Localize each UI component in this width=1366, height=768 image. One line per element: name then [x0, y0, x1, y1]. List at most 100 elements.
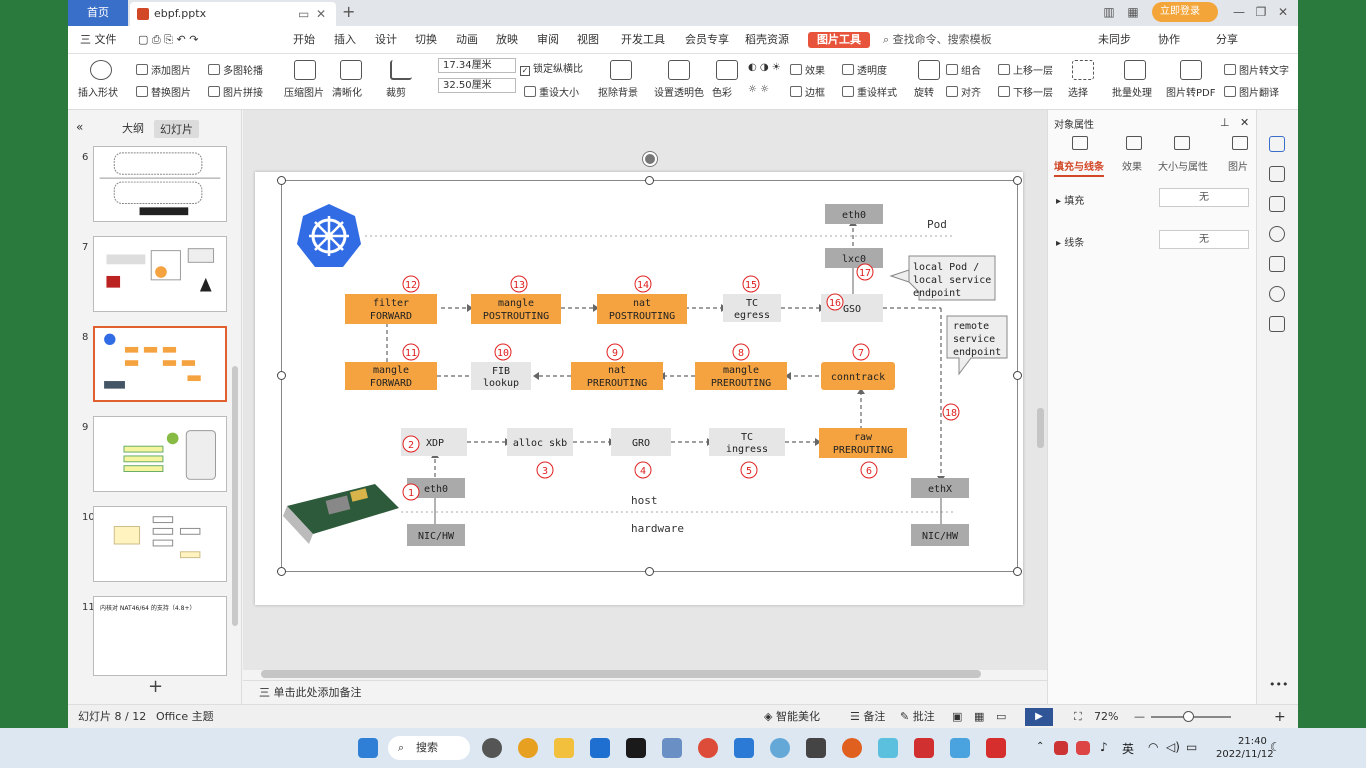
app-icon-2[interactable] — [878, 738, 898, 758]
menu-developer[interactable]: 开发工具 — [621, 26, 665, 54]
slide-thumbnail-9[interactable] — [93, 416, 227, 492]
fill-line-icon[interactable] — [1072, 136, 1088, 150]
quick-tools[interactable]: ▢ ⎙ ⎘ ↶ ↷ — [138, 26, 198, 54]
translate-button[interactable]: 图片翻译 — [1224, 84, 1279, 99]
resize-handle-nw[interactable] — [277, 176, 286, 185]
transparency-button[interactable]: 透明度 — [842, 62, 887, 77]
close-tab-icon[interactable]: ✕ — [316, 2, 326, 26]
select-label[interactable]: 选择 — [1068, 84, 1088, 99]
brightness-icons[interactable]: ☼ ☼ — [748, 84, 769, 95]
youdao-icon[interactable] — [914, 738, 934, 758]
microphone-icon[interactable]: ♪ — [1100, 740, 1108, 754]
resize-handle-ne[interactable] — [1013, 176, 1022, 185]
zoom-level[interactable]: 72% — [1094, 705, 1118, 729]
close-window-icon[interactable]: ✕ — [1272, 2, 1294, 22]
resize-handle-n[interactable] — [645, 176, 654, 185]
menu-transition[interactable]: 切换 — [415, 26, 437, 54]
vscode-icon[interactable] — [734, 738, 754, 758]
command-search[interactable]: ⌕ 查找命令、搜索模板 — [883, 26, 992, 54]
border-button[interactable]: 边框 — [790, 84, 825, 99]
collapse-pane-icon[interactable]: « — [76, 120, 83, 134]
location-icon[interactable] — [1269, 286, 1285, 302]
insert-shape-icon[interactable] — [90, 60, 112, 80]
properties-icon[interactable] — [1269, 136, 1285, 152]
compress-icon[interactable] — [294, 60, 316, 80]
document-tab[interactable]: ebpf.pptx ▭ ✕ — [130, 2, 336, 26]
monitor-icon[interactable]: ▭ — [298, 2, 309, 26]
reset-style-button[interactable]: 重设样式 — [842, 84, 897, 99]
app-icon-3[interactable] — [950, 738, 970, 758]
restore-icon[interactable]: ❐ — [1250, 2, 1272, 22]
sync-status[interactable]: 未同步 — [1098, 26, 1131, 54]
tray-app-icon-2[interactable] — [1076, 741, 1090, 755]
remove-background-icon[interactable] — [610, 60, 632, 80]
slide-thumbnail-11[interactable]: 内核对 NAT46/64 的支持（4.8+） — [93, 596, 227, 676]
slide-thumbnail-6[interactable] — [93, 146, 227, 222]
file-menu[interactable]: 三 文件 — [80, 26, 117, 54]
line-section[interactable]: ▸ 线条 — [1056, 234, 1084, 249]
thumbnail-scrollbar[interactable] — [232, 366, 238, 626]
picture-splice-button[interactable]: 图片拼接 — [208, 84, 263, 99]
picture-tab-icon[interactable] — [1232, 136, 1248, 150]
more-icon[interactable]: ••• — [1269, 678, 1288, 694]
comments-toggle[interactable]: ✎ 批注 — [900, 705, 935, 729]
crop-icon[interactable] — [390, 60, 412, 80]
copy-icon[interactable] — [1269, 196, 1285, 212]
zoom-out-icon[interactable]: — — [1134, 705, 1145, 729]
add-slide-button[interactable]: + — [148, 676, 163, 697]
clock-time[interactable]: 21:40 — [1238, 736, 1267, 747]
rotate-label[interactable]: 旋转 — [914, 84, 934, 99]
tray-app-icon[interactable] — [1054, 741, 1068, 755]
share-button[interactable]: 分享 — [1216, 26, 1238, 54]
minimize-icon[interactable]: — — [1228, 2, 1250, 22]
clarify-icon[interactable] — [340, 60, 362, 80]
clock-date[interactable]: 2022/11/12 — [1216, 749, 1274, 760]
select-icon[interactable] — [1072, 60, 1094, 80]
bring-forward-button[interactable]: 上移一层 — [998, 62, 1053, 77]
batch-icon[interactable] — [1124, 60, 1146, 80]
to-pdf-label[interactable]: 图片转PDF — [1166, 84, 1215, 99]
effects-button[interactable]: 效果 — [790, 62, 825, 77]
menu-animation[interactable]: 动画 — [456, 26, 478, 54]
line-select[interactable]: 无 — [1159, 230, 1249, 249]
clock-app-icon[interactable] — [482, 738, 502, 758]
menu-design[interactable]: 设计 — [375, 26, 397, 54]
taskbar-search[interactable]: ⌕ 搜索 — [388, 736, 470, 760]
menu-review[interactable]: 审阅 — [537, 26, 559, 54]
tab-size-properties[interactable]: 大小与属性 — [1158, 158, 1208, 173]
canvas-horizontal-scrollbar[interactable] — [261, 670, 981, 678]
normal-view-icon[interactable]: ▣ — [952, 705, 962, 729]
zoom-in-icon[interactable]: + — [1274, 705, 1286, 729]
wps-icon[interactable] — [986, 738, 1006, 758]
tab-picture[interactable]: 图片 — [1228, 158, 1248, 173]
new-tab-button[interactable]: + — [342, 0, 355, 24]
layout-icon[interactable]: ▥ — [1098, 2, 1120, 22]
tab-effects[interactable]: 效果 — [1122, 158, 1142, 173]
notes-area[interactable]: 三 单击此处添加备注 — [243, 680, 1047, 704]
width-input[interactable]: 17.34厘米 — [438, 58, 516, 73]
clarify-label[interactable]: 清晰化 — [332, 84, 362, 99]
slide-thumbnail-8-selected[interactable] — [93, 326, 227, 402]
tab-fill-line[interactable]: 填充与线条 — [1054, 158, 1104, 177]
crop-label[interactable]: 裁剪 — [386, 84, 406, 99]
collaborate-button[interactable]: 协作 — [1158, 26, 1180, 54]
input-language[interactable]: 英 — [1122, 740, 1134, 757]
menu-docer[interactable]: 稻壳资源 — [745, 26, 789, 54]
menu-member[interactable]: 会员专享 — [685, 26, 729, 54]
canvas-vertical-scrollbar[interactable] — [1037, 408, 1044, 448]
photos-icon[interactable] — [662, 738, 682, 758]
grid-icon[interactable]: ▦ — [1122, 2, 1144, 22]
ai-icon[interactable] — [1269, 256, 1285, 272]
slide-thumbnail-7[interactable] — [93, 236, 227, 312]
notification-icon[interactable]: ☾ — [1270, 740, 1281, 754]
remove-background-label[interactable]: 抠除背景 — [598, 84, 638, 99]
group-button[interactable]: 组合 — [946, 62, 981, 77]
resize-handle-s[interactable] — [645, 567, 654, 576]
play-slideshow-button[interactable]: ▶ — [1025, 708, 1053, 726]
set-transparent-icon[interactable] — [668, 60, 690, 80]
app-icon[interactable] — [770, 738, 790, 758]
align-button[interactable]: 对齐 — [946, 84, 981, 99]
battery-icon[interactable]: ▭ — [1186, 740, 1197, 754]
resize-handle-sw[interactable] — [277, 567, 286, 576]
batch-label[interactable]: 批量处理 — [1112, 84, 1152, 99]
